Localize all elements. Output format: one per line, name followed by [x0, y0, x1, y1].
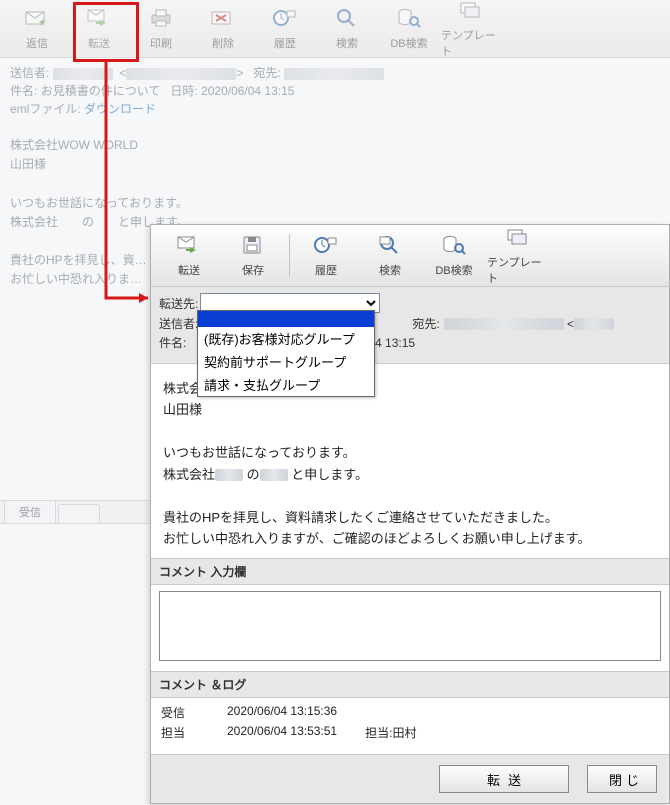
to-label-dlg: 宛先:	[412, 315, 439, 332]
dropdown-option[interactable]: 請求・支払グループ	[198, 373, 374, 396]
assignee-label: 担当:	[365, 726, 392, 740]
db-search-icon	[441, 234, 467, 259]
comment-textarea[interactable]	[159, 591, 661, 661]
dialog-toolbar: 転送 保存 履歴 検索 DB検索	[151, 225, 669, 287]
body-line: 山田様	[163, 399, 657, 420]
template-label: テンプレート	[441, 27, 501, 59]
history-button-main[interactable]: 履歴	[254, 2, 316, 55]
dlg-history-button[interactable]: 履歴	[294, 228, 358, 283]
close-button[interactable]: 閉じ	[587, 765, 657, 793]
comment-log-header: コメント ＆ログ	[151, 671, 669, 698]
sender-label: 送信者:	[10, 66, 49, 80]
history-label: 履歴	[274, 35, 296, 51]
history-icon	[313, 234, 339, 259]
log-recv-time: 2020/06/04 13:15:36	[227, 704, 337, 721]
dlg-template-button[interactable]: テンプレート	[486, 228, 550, 283]
forward-icon	[86, 7, 112, 32]
print-button[interactable]: 印刷	[130, 2, 192, 55]
search-button-main[interactable]: 検索	[316, 2, 378, 55]
save-icon	[240, 234, 266, 259]
history-icon	[272, 7, 298, 32]
dlg-save-label: 保存	[242, 262, 264, 278]
body-line: 貴社のHPを拝見し、資料請求したくご連絡させていただきました。	[163, 507, 657, 528]
eml-download-link[interactable]: ダウンロード	[84, 102, 156, 116]
db-search-button-main[interactable]: DB検索	[378, 2, 440, 55]
dlg-template-label: テンプレート	[487, 254, 549, 286]
search-label: 検索	[336, 35, 358, 51]
log-area: 受信 2020/06/04 13:15:36 担当 2020/06/04 13:…	[151, 698, 669, 754]
main-toolbar: 返信 転送 印刷 削除 履歴	[0, 0, 670, 58]
delete-icon	[210, 7, 236, 32]
subject-value: お見積書の件について	[41, 84, 161, 98]
search-icon	[334, 7, 360, 32]
body-line: お忙しい中恐れ入りますが、ご確認のほどよろしくお願い申し上げます。	[163, 528, 657, 549]
template-icon	[458, 0, 484, 24]
dlg-db-search-button[interactable]: DB検索	[422, 228, 486, 283]
date-label: 日時:	[170, 84, 197, 98]
log-assign-label: 担当	[161, 724, 199, 741]
template-icon	[505, 226, 531, 251]
message-header: 送信者: <> 宛先: 件名: お見積書の件について 日時: 2020/06/0…	[0, 58, 670, 122]
subject-label: 件名:	[10, 84, 37, 98]
log-recv-label: 受信	[161, 704, 199, 721]
body-line: いつもお世話になっております。	[163, 442, 657, 463]
template-button-main[interactable]: テンプレート	[440, 2, 502, 55]
dlg-search-label: 検索	[379, 262, 401, 278]
assignee-name: 田村	[392, 726, 416, 740]
print-icon	[148, 7, 174, 32]
tab-receive[interactable]: 受信	[4, 500, 56, 523]
print-label: 印刷	[150, 35, 172, 51]
body-line: いつもお世話になっております。	[10, 194, 660, 213]
dest-label: 転送先:	[159, 295, 198, 312]
body-line: 株式会社 の と申します。	[163, 464, 657, 485]
tab-other[interactable]	[58, 504, 100, 523]
destination-dropdown[interactable]: (既存)お客様対応グループ 契約前サポートグループ 請求・支払グループ	[197, 310, 375, 397]
body-line: 山田様	[10, 155, 660, 174]
db-search-label: DB検索	[390, 35, 427, 51]
search-icon	[377, 234, 403, 259]
dlg-db-search-label: DB検索	[435, 262, 472, 278]
comment-input-header: コメント 入力欄	[151, 558, 669, 585]
to-value-blur	[444, 318, 564, 330]
dialog-button-bar: 転送 閉じ	[151, 754, 669, 803]
date-value: 2020/06/04 13:15	[201, 84, 294, 98]
sender-label-dlg: 送信者:	[159, 315, 198, 332]
eml-label: emlファイル:	[10, 102, 81, 116]
reply-icon	[24, 7, 50, 32]
dlg-forward-label: 転送	[178, 262, 200, 278]
log-assign-time: 2020/06/04 13:53:51	[227, 724, 337, 741]
toolbar-separator	[289, 234, 290, 277]
forward-label: 転送	[88, 35, 110, 51]
db-search-icon	[396, 7, 422, 32]
forward-icon	[176, 234, 202, 259]
to-label: 宛先:	[253, 66, 280, 80]
forward-submit-button[interactable]: 転送	[439, 765, 569, 793]
dlg-save-button[interactable]: 保存	[221, 228, 285, 283]
reply-label: 返信	[26, 35, 48, 51]
dropdown-option[interactable]: (既存)お客様対応グループ	[198, 327, 374, 350]
dropdown-option[interactable]: 契約前サポートグループ	[198, 350, 374, 373]
reply-button[interactable]: 返信	[6, 2, 68, 55]
delete-button[interactable]: 削除	[192, 2, 254, 55]
dropdown-option-blank[interactable]	[198, 311, 374, 327]
forward-button-main[interactable]: 転送	[68, 2, 130, 55]
dlg-forward-button[interactable]: 転送	[157, 228, 221, 283]
delete-label: 削除	[212, 35, 234, 51]
dlg-history-label: 履歴	[315, 262, 337, 278]
dlg-search-button[interactable]: 検索	[358, 228, 422, 283]
subject-label-dlg: 件名:	[159, 334, 186, 351]
body-line: 株式会社WOW WORLD	[10, 136, 660, 155]
